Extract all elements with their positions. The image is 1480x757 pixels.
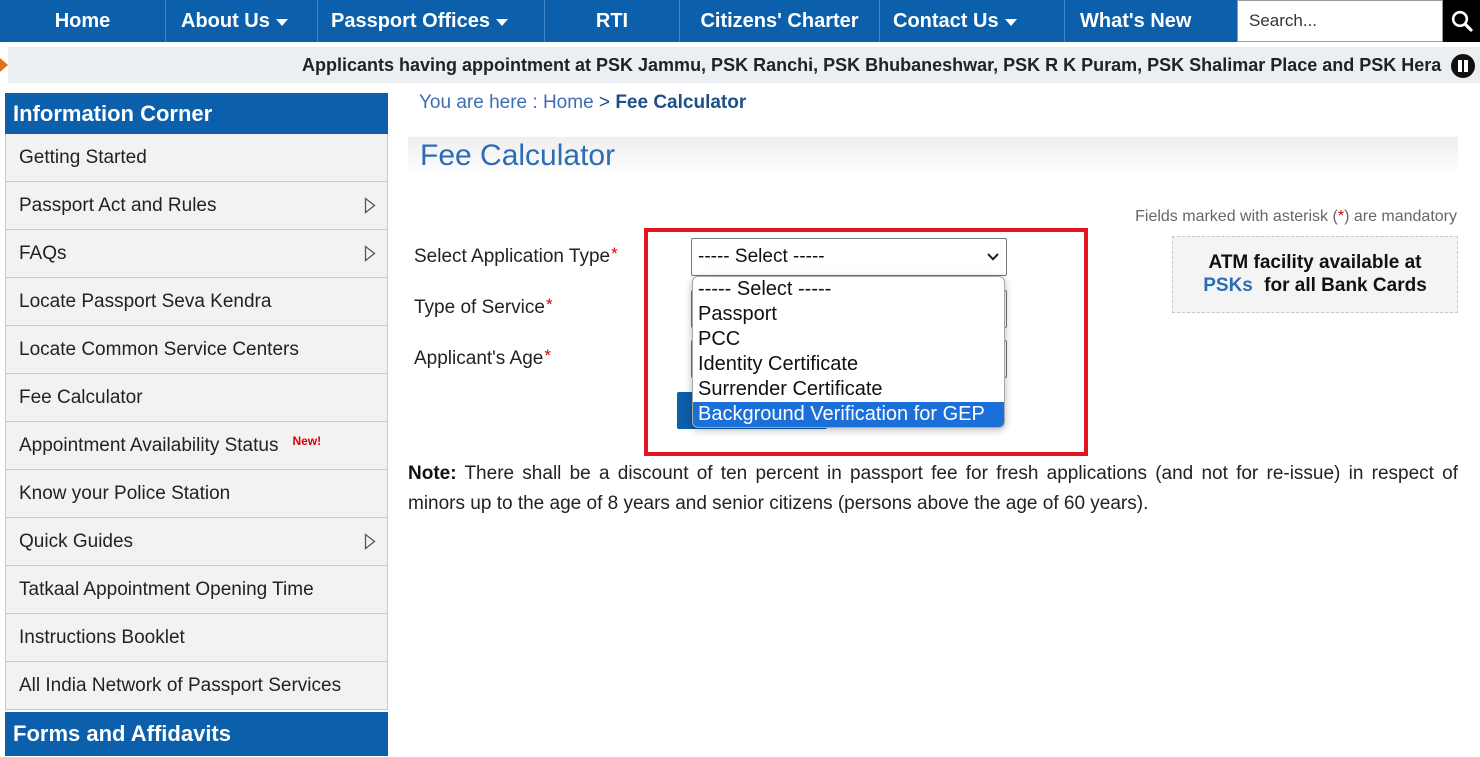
mandatory-note-before: Fields marked with asterisk ( <box>1135 208 1338 225</box>
pause-bar <box>1464 60 1468 72</box>
sidebar-item-label: Locate Passport Seva Kendra <box>19 290 272 312</box>
atm-line-2-text: for all Bank Cards <box>1264 275 1427 296</box>
sidebar: Information Corner Getting Started Passp… <box>5 93 388 756</box>
triangle-right-icon <box>364 245 376 262</box>
pause-button[interactable] <box>1451 54 1475 78</box>
breadcrumb: You are here : Home > Fee Calculator <box>419 92 746 114</box>
nav-passport-offices-label: Passport Offices <box>331 9 490 32</box>
field-label: Type of Service <box>414 297 545 318</box>
search-box <box>1237 0 1443 42</box>
required-asterisk: * <box>544 346 551 365</box>
atm-info-box: ATM facility available at PSKs for all B… <box>1172 236 1458 313</box>
nav-contact-us-label: Contact Us <box>893 9 999 32</box>
dropdown-option[interactable]: Passport <box>693 302 1004 327</box>
nav-rti[interactable]: RTI <box>545 0 680 42</box>
page-title: Fee Calculator <box>420 139 616 172</box>
sidebar-item-label: FAQs <box>19 242 67 264</box>
sidebar-item-fee-calculator[interactable]: Fee Calculator <box>6 374 387 422</box>
nav-whats-new[interactable]: What's New <box>1065 0 1237 42</box>
sidebar-item-instructions-booklet[interactable]: Instructions Booklet <box>6 614 387 662</box>
sidebar-item-locate-psk[interactable]: Locate Passport Seva Kendra <box>6 278 387 326</box>
dropdown-option[interactable]: Identity Certificate <box>693 352 1004 377</box>
select-value: ----- Select ----- <box>698 246 825 267</box>
sidebar-item-locate-csc[interactable]: Locate Common Service Centers <box>6 326 387 374</box>
ticker-text[interactable]: Applicants having appointment at PSK Jam… <box>302 47 1441 83</box>
sidebar-item-label: Appointment Availability Status <box>19 434 279 456</box>
sidebar-item-label: Locate Common Service Centers <box>19 338 299 360</box>
sidebar-item-label: Quick Guides <box>19 530 134 552</box>
breadcrumb-prefix: You are here : <box>419 92 538 113</box>
dropdown-option[interactable]: ----- Select ----- <box>693 277 1004 302</box>
psks-link[interactable]: PSKs <box>1203 275 1253 296</box>
nav-home[interactable]: Home <box>0 0 166 42</box>
sidebar-item-getting-started[interactable]: Getting Started <box>6 134 387 182</box>
search-icon <box>1451 10 1473 32</box>
nav-whats-new-label: What's New <box>1080 9 1192 32</box>
chevron-down-icon <box>275 18 288 26</box>
page-title-bar: Fee Calculator <box>408 137 1458 175</box>
sidebar-item-label: Getting Started <box>19 146 147 168</box>
mandatory-note-after: ) are mandatory <box>1344 208 1457 225</box>
required-asterisk: * <box>545 295 553 314</box>
note-label: Note: <box>408 463 457 484</box>
triangle-right-icon <box>364 197 376 214</box>
breadcrumb-current: Fee Calculator <box>615 92 747 113</box>
nav-home-label: Home <box>54 9 111 32</box>
sidebar-item-all-india-network[interactable]: All India Network of Passport Services <box>6 662 387 710</box>
nav-contact-us[interactable]: Contact Us <box>880 0 1065 42</box>
nav-rti-label: RTI <box>595 9 629 32</box>
sidebar-item-label: Fee Calculator <box>19 386 143 408</box>
dropdown-option[interactable]: Surrender Certificate <box>693 377 1004 402</box>
nav-passport-offices[interactable]: Passport Offices <box>318 0 545 42</box>
sidebar-item-appointment-status[interactable]: Appointment Availability Status New! <box>6 422 387 470</box>
sidebar-forms-heading[interactable]: Forms and Affidavits <box>5 712 388 756</box>
field-label: Applicant's Age <box>414 348 544 369</box>
applicant-age-label: Applicant's Age* <box>414 346 551 370</box>
search-input[interactable] <box>1238 1 1442 41</box>
sidebar-item-label: Passport Act and Rules <box>19 194 217 216</box>
note-text: There shall be a discount of ten percent… <box>408 463 1458 514</box>
sidebar-item-passport-act[interactable]: Passport Act and Rules <box>6 182 387 230</box>
service-type-label: Type of Service* <box>414 295 553 319</box>
sidebar-item-label: All India Network of Passport Services <box>19 674 342 696</box>
nav-about-us-label: About Us <box>181 9 270 32</box>
sidebar-item-faqs[interactable]: FAQs <box>6 230 387 278</box>
application-type-dropdown: ----- Select ----- Passport PCC Identity… <box>692 276 1005 428</box>
dropdown-option[interactable]: Background Verification for GEP <box>693 402 1004 427</box>
search-button[interactable] <box>1443 0 1480 42</box>
sidebar-heading: Information Corner <box>5 93 388 134</box>
sidebar-item-tatkaal-time[interactable]: Tatkaal Appointment Opening Time <box>6 566 387 614</box>
sidebar-list: Getting Started Passport Act and Rules F… <box>5 134 388 710</box>
nav-citizens-charter[interactable]: Citizens' Charter <box>680 0 880 42</box>
top-nav: Home About Us Passport Offices RTI Citiz… <box>0 0 1480 42</box>
ticker-viewport: Applicants having appointment at PSK Jam… <box>8 47 1446 83</box>
triangle-right-icon <box>364 533 376 550</box>
application-type-select[interactable]: ----- Select ----- <box>691 238 1007 276</box>
pause-bar <box>1458 60 1462 72</box>
mandatory-note: Fields marked with asterisk (*) are mand… <box>1135 207 1457 227</box>
sidebar-item-label: Know your Police Station <box>19 482 231 504</box>
atm-line-2: PSKs for all Bank Cards <box>1173 274 1457 297</box>
chevron-down-icon <box>1004 18 1017 26</box>
chevron-down-icon <box>495 18 508 26</box>
required-asterisk: * <box>611 244 618 263</box>
sidebar-item-quick-guides[interactable]: Quick Guides <box>6 518 387 566</box>
atm-line-1: ATM facility available at <box>1208 252 1422 273</box>
sidebar-item-label: Tatkaal Appointment Opening Time <box>19 578 314 600</box>
sidebar-item-police-station[interactable]: Know your Police Station <box>6 470 387 518</box>
sidebar-item-label: Instructions Booklet <box>19 626 185 648</box>
application-type-label: Select Application Type* <box>414 244 618 268</box>
new-badge: New! <box>292 433 322 448</box>
fee-note: Note: There shall be a discount of ten p… <box>408 459 1458 519</box>
arrow-right-icon <box>0 58 8 72</box>
breadcrumb-home-link[interactable]: Home <box>543 92 594 113</box>
dropdown-option[interactable]: PCC <box>693 327 1004 352</box>
chevron-down-icon <box>987 253 999 261</box>
breadcrumb-separator: > <box>598 92 611 113</box>
news-ticker: Applicants having appointment at PSK Jam… <box>0 47 1480 83</box>
nav-citizens-charter-label: Citizens' Charter <box>700 9 859 32</box>
field-label: Select Application Type <box>414 246 611 267</box>
nav-about-us[interactable]: About Us <box>166 0 318 42</box>
